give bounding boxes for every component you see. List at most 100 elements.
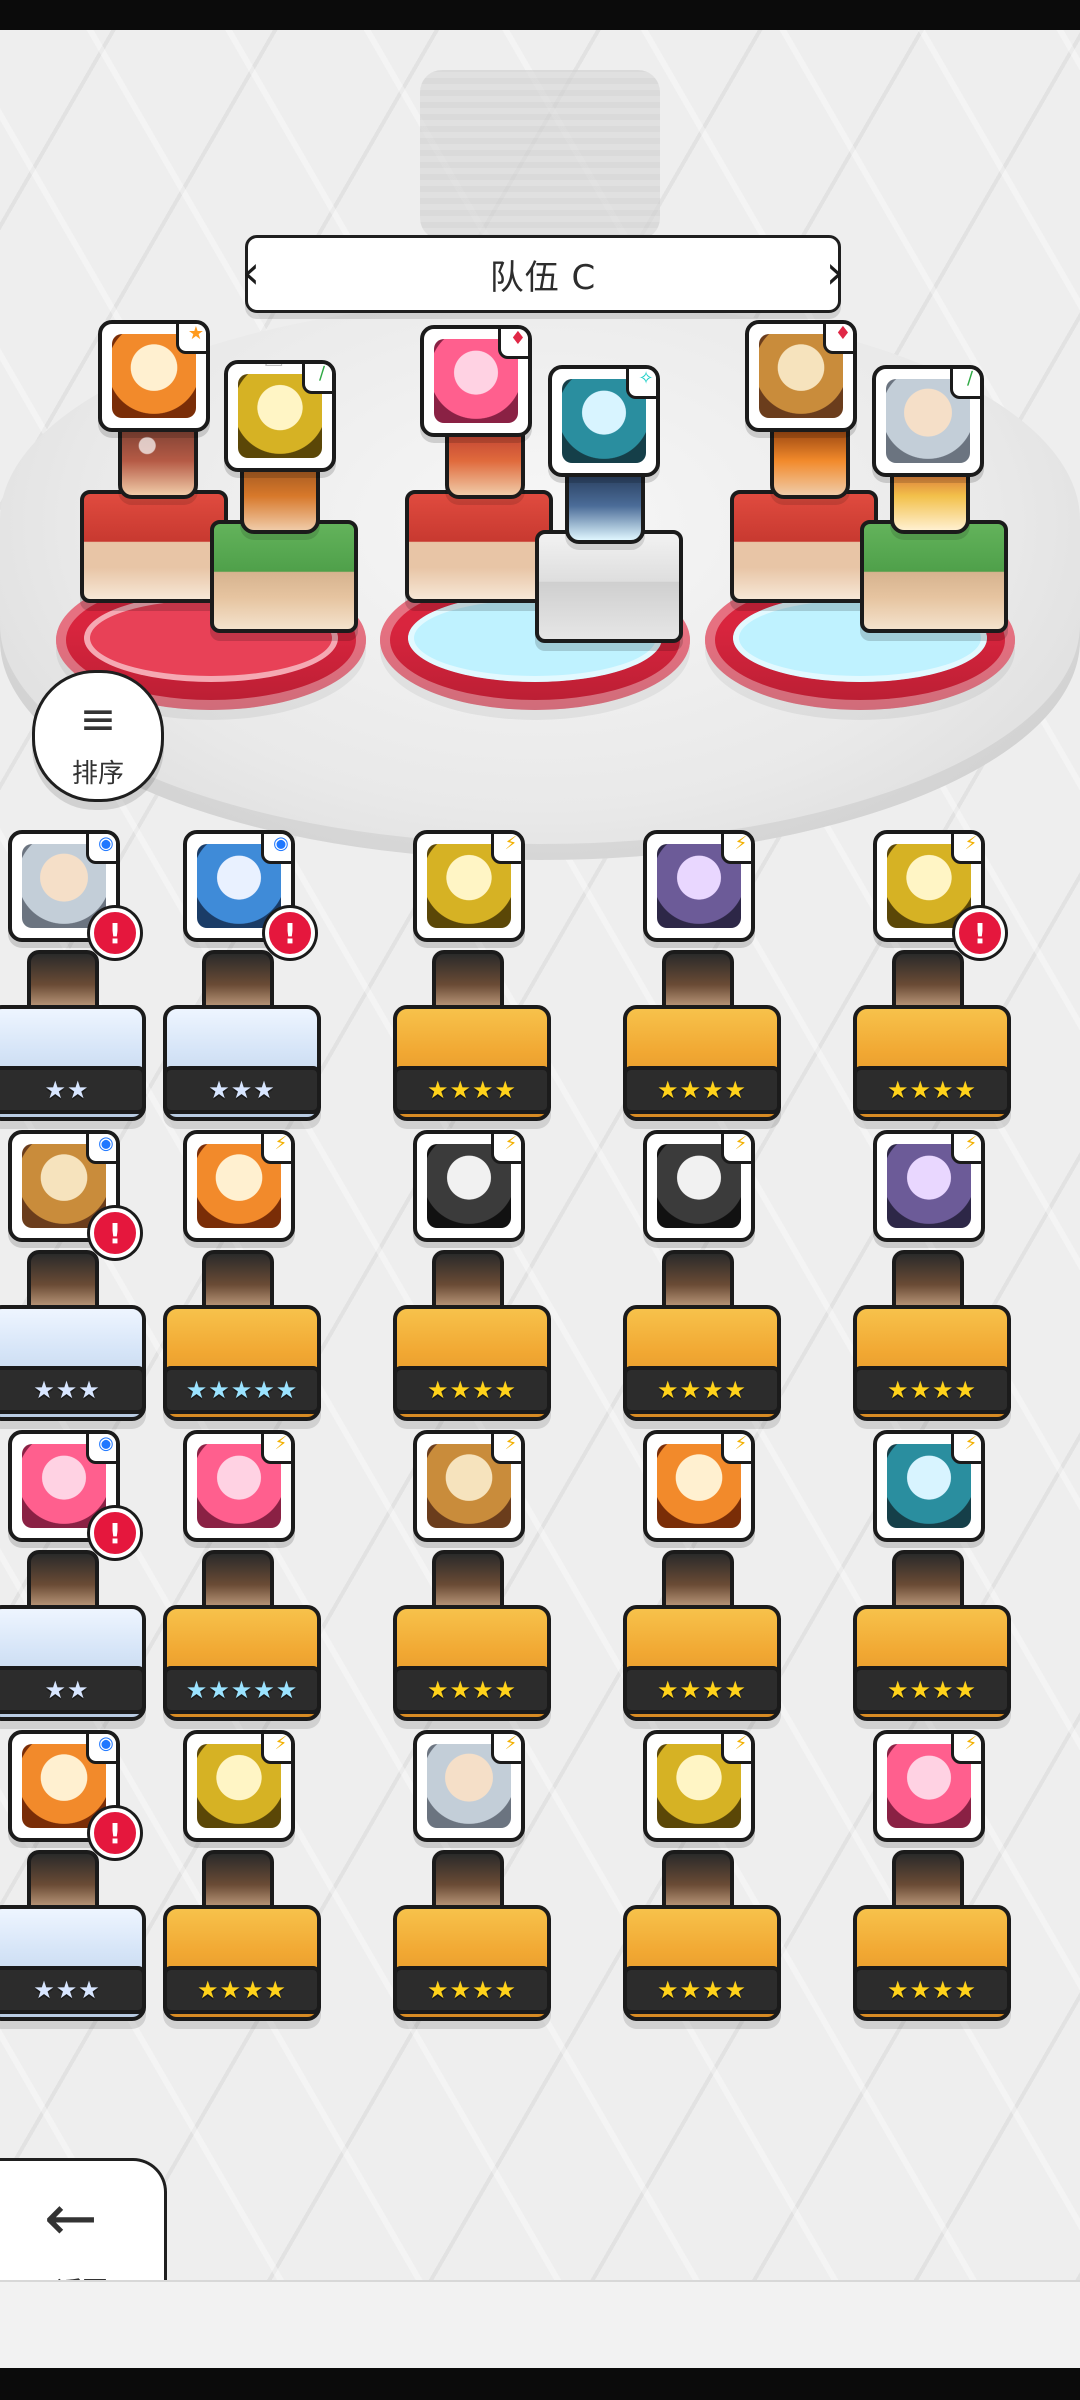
background: ‹ 队伍 C › ★ ♛ ∕ ♦ ✧ ♦ ∕ ◉★★!◉★ [0, 30, 1080, 2331]
team-portrait-2a[interactable]: ♦ [420, 325, 532, 437]
bottom-strip [0, 2280, 1080, 2370]
star-rating: ★★★★ [623, 1966, 781, 2014]
element-thunder-icon: ⚡ [721, 1434, 751, 1464]
star-rating: ★★★★ [393, 1666, 551, 1714]
alert-icon: ! [265, 908, 315, 958]
element-thunder-icon: ⚡ [721, 834, 751, 864]
team-block-1a [80, 490, 228, 603]
element-water-icon: ◉ [86, 834, 116, 864]
element-thunder-icon: ⚡ [721, 1734, 751, 1764]
roster-card[interactable]: ◉ ★★! [0, 1430, 150, 1730]
leaf-icon: ∕ [950, 369, 980, 399]
roster-card[interactable]: ⚡ ★★★★ [375, 1430, 555, 1730]
star-rating: ★★★★ [623, 1666, 781, 1714]
roster-card[interactable]: ⚡ ★★★★ [375, 830, 555, 1130]
roster-portrait[interactable]: ⚡ [413, 1130, 525, 1242]
star-rating: ★★★ [0, 1966, 146, 2014]
roster-card[interactable]: ◉ ★★★! [0, 1730, 150, 2030]
team-block-1b [210, 520, 358, 633]
alert-icon: ! [90, 1208, 140, 1258]
diamond-icon: ♦ [823, 324, 853, 354]
team-portrait-1b[interactable]: ♛ ∕ [224, 360, 336, 472]
roster-card[interactable]: ⚡ ★★★★★ [145, 1130, 325, 1430]
team-title: 队伍 C [489, 257, 597, 298]
roster-card[interactable]: ⚡ ★★★★ [835, 1430, 1015, 1730]
roster-portrait[interactable]: ⚡ [643, 830, 755, 942]
element-thunder-icon: ⚡ [951, 1434, 981, 1464]
star-rating: ★★★★ [393, 1066, 551, 1114]
roster-card[interactable]: ⚡ ★★★★ [835, 1130, 1015, 1430]
element-water-icon: ◉ [86, 1734, 116, 1764]
roster-portrait[interactable]: ⚡ [873, 1430, 985, 1542]
element-water-icon: ◉ [86, 1134, 116, 1164]
element-thunder-icon: ⚡ [491, 834, 521, 864]
roster-card[interactable]: ⚡ ★★★★! [835, 830, 1015, 1130]
team-block-3a [730, 490, 878, 603]
sort-icon: ≡ [79, 694, 117, 745]
star-rating: ★★★★ [853, 1966, 1011, 2014]
star-rating: ★★★★ [623, 1366, 781, 1414]
star-rating: ★★★★★ [163, 1666, 321, 1714]
alert-icon: ! [955, 908, 1005, 958]
roster-card[interactable]: ⚡ ★★★★ [605, 830, 785, 1130]
chevron-right-icon[interactable]: › [808, 236, 862, 308]
roster-card[interactable]: ⚡ ★★★★ [145, 1730, 325, 2030]
element-thunder-icon: ⚡ [721, 1134, 751, 1164]
element-thunder-icon: ⚡ [491, 1134, 521, 1164]
roster-card[interactable]: ⚡ ★★★★ [605, 1430, 785, 1730]
sort-label: 排序 [71, 759, 124, 789]
roster-card[interactable]: ◉ ★★★! [0, 1130, 150, 1430]
alert-icon: ! [90, 1808, 140, 1858]
star-rating: ★★★ [163, 1066, 321, 1114]
element-thunder-icon: ⚡ [261, 1734, 291, 1764]
roster-portrait[interactable]: ⚡ [873, 1730, 985, 1842]
star-rating: ★★ [0, 1066, 146, 1114]
star-rating: ★★★★ [853, 1066, 1011, 1114]
element-water-icon: ◉ [86, 1434, 116, 1464]
roster-card[interactable]: ⚡ ★★★★ [375, 1730, 555, 2030]
element-thunder-icon: ⚡ [261, 1434, 291, 1464]
navigation-bar [0, 2368, 1080, 2400]
element-thunder-icon: ⚡ [951, 1134, 981, 1164]
star-rating: ★★★ [0, 1366, 146, 1414]
roster-card[interactable]: ◉ ★★★! [145, 830, 325, 1130]
team-block-2a [405, 490, 553, 603]
roster-card[interactable]: ⚡ ★★★★ [605, 1130, 785, 1430]
team-portrait-2b[interactable]: ✧ [548, 365, 660, 477]
roster-portrait[interactable]: ⚡ [413, 1730, 525, 1842]
element-thunder-icon: ⚡ [951, 1734, 981, 1764]
roster-portrait[interactable]: ⚡ [183, 1730, 295, 1842]
roster-portrait[interactable]: ⚡ [183, 1130, 295, 1242]
status-bar [0, 0, 1080, 30]
star-rating: ★★★★ [623, 1066, 781, 1114]
roster-portrait[interactable]: ⚡ [413, 1430, 525, 1542]
team-header: ‹ 队伍 C › [242, 235, 844, 313]
element-thunder-icon: ⚡ [491, 1734, 521, 1764]
roster-card[interactable]: ⚡ ★★★★ [605, 1730, 785, 2030]
team-portrait-3b[interactable]: ∕ [872, 365, 984, 477]
roster-portrait[interactable]: ⚡ [643, 1730, 755, 1842]
element-water-icon: ◉ [261, 834, 291, 864]
roster-portrait[interactable]: ⚡ [873, 1130, 985, 1242]
diamond-icon: ♦ [498, 329, 528, 359]
roster-portrait[interactable]: ⚡ [413, 830, 525, 942]
roster-card[interactable]: ⚡ ★★★★★ [145, 1430, 325, 1730]
throne-decoration [420, 70, 660, 240]
roster-portrait[interactable]: ⚡ [183, 1430, 295, 1542]
team-block-2b [535, 530, 683, 643]
team-portrait-1a[interactable]: ★ [98, 320, 210, 432]
roster-portrait[interactable]: ⚡ [643, 1130, 755, 1242]
roster-portrait[interactable]: ⚡ [643, 1430, 755, 1542]
sort-button[interactable]: ≡ 排序 [32, 670, 164, 802]
favorite-star-icon: ★ [176, 324, 206, 354]
roster-card[interactable]: ◉ ★★! [0, 830, 150, 1130]
team-portrait-3a[interactable]: ♦ [745, 320, 857, 432]
star-rating: ★★ [0, 1666, 146, 1714]
leaf-icon: ∕ [302, 364, 332, 394]
alert-icon: ! [90, 1508, 140, 1558]
star-rating: ★★★★ [393, 1366, 551, 1414]
roster-card[interactable]: ⚡ ★★★★ [375, 1130, 555, 1430]
back-arrow-icon: ← [44, 2182, 98, 2256]
element-thunder-icon: ⚡ [951, 834, 981, 864]
roster-card[interactable]: ⚡ ★★★★ [835, 1730, 1015, 2030]
